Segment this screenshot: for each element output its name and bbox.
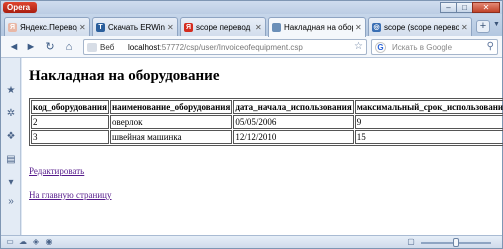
tab-title: Накладная на обор... (284, 23, 353, 32)
home-page-link[interactable]: На главную страницу (29, 190, 112, 200)
tab-erwin-download[interactable]: T Скачать ERWin 4.1.4 ✕ (92, 17, 178, 36)
column-header: код_оборудования (31, 100, 109, 114)
page-favicon-icon: ◎ (372, 22, 381, 32)
home-button[interactable]: ⌂ (62, 40, 76, 54)
tab-scope-translation[interactable]: Я scope перевод русс... ✕ (180, 17, 266, 36)
tab-close-icon[interactable]: ✕ (355, 23, 362, 32)
tab-title: Яндекс.Перевод (20, 22, 77, 32)
table-cell: 2 (31, 115, 109, 129)
equipment-table: код_оборудования наименование_оборудован… (29, 98, 503, 146)
column-header: дата_начала_использования (233, 100, 354, 114)
url-host: localhost (128, 43, 160, 52)
edit-link[interactable]: Редактировать (29, 166, 84, 176)
table-cell: 3 (31, 130, 109, 144)
forward-button[interactable]: ► (24, 40, 38, 54)
zoom-slider-thumb[interactable] (453, 238, 459, 247)
star-icon[interactable]: ★ (5, 85, 17, 97)
page-content: Накладная на оборудование код_оборудован… (22, 58, 503, 235)
tab-close-icon[interactable]: ✕ (255, 23, 262, 32)
gear-icon[interactable]: ✲ (5, 108, 17, 120)
table-header-row: код_оборудования наименование_оборудован… (31, 100, 503, 114)
address-bar[interactable]: Веб localhost:57772/csp/user/Invoiceofeq… (83, 39, 367, 55)
panel-toggle-icon[interactable]: ▾ (5, 177, 17, 189)
address-toolbar: ◄ ► ↻ ⌂ Веб localhost:57772/csp/user/Inv… (1, 36, 502, 58)
minimize-button[interactable]: – (440, 2, 457, 13)
title-bar: Opera – □ ✕ (1, 1, 502, 14)
close-window-button[interactable]: ✕ (472, 2, 500, 13)
tab-close-icon[interactable]: ✕ (167, 23, 174, 32)
back-button[interactable]: ◄ (7, 40, 21, 54)
table-cell: 05/05/2006 (233, 115, 354, 129)
tab-title: Скачать ERWin 4.1.4 (108, 22, 165, 32)
tab-yandex-translate[interactable]: Я Яндекс.Перевод ✕ (4, 17, 90, 36)
tab-close-icon[interactable]: ✕ (79, 23, 86, 32)
yandex-favicon-icon: Я (184, 22, 193, 32)
window-controls: – □ ✕ (440, 2, 500, 13)
table-cell: 15 (354, 130, 503, 144)
cloud-icon[interactable]: ☁ (18, 237, 28, 247)
maximize-button[interactable]: □ (456, 2, 473, 13)
tab-scope-dictionary[interactable]: ◎ scope (scope перевод... ✕ (368, 17, 472, 36)
view-icon[interactable]: ▢ (406, 237, 416, 247)
url-path: :57772/csp/user/Invoiceofequipment.csp (159, 43, 303, 52)
speed-dial-icon[interactable]: ▭ (5, 237, 15, 247)
tab-invoice-equipment[interactable]: Накладная на обор... ✕ (268, 17, 366, 37)
shield-icon[interactable]: ◈ (31, 237, 41, 247)
search-icon[interactable]: ⚲ (487, 41, 494, 52)
table-cell: 12/12/2010 (233, 130, 354, 144)
web-label: Веб (100, 43, 115, 52)
opera-menu-button[interactable]: Opera (3, 2, 37, 13)
new-tab-button[interactable]: + (476, 20, 490, 33)
site-info-icon[interactable] (87, 43, 97, 52)
browser-window: Opera – □ ✕ Я Яндекс.Перевод ✕ T Скачать… (0, 0, 503, 249)
table-cell: 9 (354, 115, 503, 129)
page-favicon-icon (272, 23, 281, 32)
column-header: максимальный_срок_использования (354, 100, 503, 114)
url-field[interactable]: localhost:57772/csp/user/Invoiceofequipm… (128, 40, 353, 55)
bookmark-icon[interactable]: ❖ (5, 131, 17, 143)
turbo-icon[interactable]: ◉ (44, 237, 54, 247)
search-placeholder: Искать в Google (392, 43, 453, 52)
page-title: Накладная на оборудование (29, 68, 220, 84)
notes-icon[interactable]: ▤ (5, 154, 17, 166)
search-box[interactable]: G Искать в Google ⚲ (371, 39, 498, 55)
page-favicon-icon: T (96, 22, 105, 32)
tab-close-icon[interactable]: ✕ (461, 23, 468, 32)
table-row: 2 оверлок 05/05/2006 9 (31, 115, 503, 129)
tab-title: scope (scope перевод... (384, 22, 459, 32)
tab-bar: Я Яндекс.Перевод ✕ T Скачать ERWin 4.1.4… (1, 14, 502, 37)
reload-button[interactable]: ↻ (43, 40, 57, 54)
status-bar: ▭ ☁ ◈ ◉ ▢ (1, 235, 502, 248)
bookmark-star-icon[interactable]: ☆ (354, 41, 363, 52)
google-icon[interactable]: G (375, 42, 386, 53)
table-row: 3 швейная машинка 12/12/2010 15 (31, 130, 503, 144)
tab-title: scope перевод русс... (196, 22, 253, 32)
table-cell: оверлок (110, 115, 233, 129)
side-panel: ★ ✲ ❖ ▤ ▾ » (1, 58, 21, 235)
yandex-favicon-icon: Я (8, 22, 17, 32)
column-header: наименование_оборудования (110, 100, 233, 114)
table-cell: швейная машинка (110, 130, 233, 144)
tab-list-chevron-icon[interactable]: ▼ (493, 21, 500, 28)
panel-toggle-icon[interactable]: » (5, 196, 17, 208)
